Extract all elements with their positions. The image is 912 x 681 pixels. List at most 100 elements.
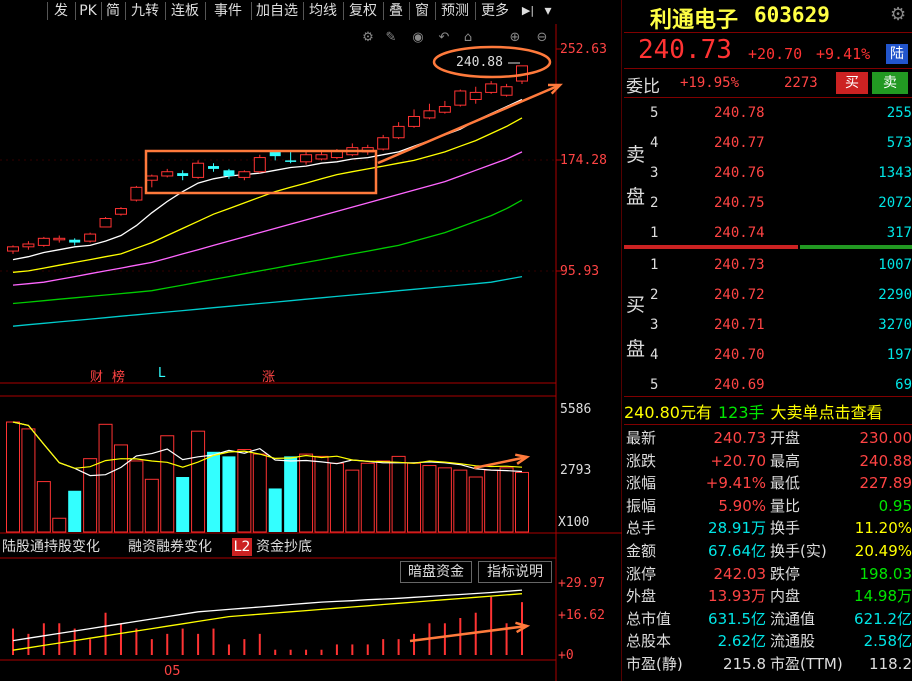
bid-row[interactable]: 1 240.73 1007 (624, 257, 912, 286)
indicator-tab-1[interactable]: 融资融券变化 (128, 538, 226, 556)
stat-row: 最新 240.73 开盘 230.00 (624, 427, 912, 449)
candle-body (392, 125, 405, 139)
volume-bar (144, 478, 159, 533)
volume-bar (345, 469, 360, 533)
big-order-link[interactable]: 点击查看 (819, 403, 883, 422)
candle-body (69, 239, 81, 243)
bid-level: 2 (650, 287, 659, 303)
bid-row[interactable]: 3 240.71 3270 (624, 317, 912, 346)
bid-price: 240.70 (714, 347, 765, 363)
candle-body (423, 110, 436, 119)
stat-v1: 5.90% (718, 496, 766, 515)
volume-bar (222, 456, 236, 532)
volume-bar (329, 462, 344, 533)
candle-body (438, 106, 451, 113)
bid-price: 240.71 (714, 317, 765, 333)
stat-v1: 631.5亿 (708, 609, 766, 628)
ask-price: 240.78 (714, 105, 765, 121)
candle-body (469, 91, 482, 100)
stat-k2: 换手(实) (770, 542, 827, 560)
stat-row: 市盈(静) 215.8 市盈(TTM) 118.2 (624, 653, 912, 675)
bid-row[interactable]: 2 240.72 2290 (624, 287, 912, 316)
ask-row[interactable]: 3 240.76 1343 (624, 165, 912, 194)
ask-row[interactable]: 1 240.74 317 (624, 225, 912, 254)
indicator-tab-3[interactable]: 资金抄底 (256, 538, 328, 556)
bid-price: 240.72 (714, 287, 765, 303)
stat-row: 总手 28.91万 换手 11.20% (624, 517, 912, 539)
gear-icon[interactable]: ⚙ (890, 4, 906, 25)
bid-volume: 69 (895, 377, 912, 393)
bid-volume: 1007 (878, 257, 912, 273)
event-marker-l[interactable]: L (158, 366, 165, 381)
eye-icon[interactable]: ◉ (412, 30, 423, 45)
stat-k2: 流通股 (770, 632, 816, 651)
stat-v2: 0.95 (878, 496, 912, 515)
candle-body (408, 115, 421, 127)
stat-k2: 跌停 (770, 564, 801, 583)
stat-v2: 20.49% (854, 542, 912, 560)
order-ratio-diff: 2273 (784, 75, 818, 91)
ma10-line (12, 117, 523, 273)
stat-v1: 240.73 (713, 429, 767, 447)
volume-bar (422, 465, 437, 533)
stat-row: 外盘 13.93万 内盘 14.98万 (624, 585, 912, 607)
stat-k1: 总市值 (626, 609, 672, 628)
big-order-price: 240.80元有 (624, 403, 712, 422)
ask-volume: 1343 (878, 165, 912, 181)
stat-k2: 流通值 (770, 609, 816, 628)
candle-body (300, 154, 313, 163)
volume-bar (407, 462, 422, 533)
indicator-help-button[interactable]: 指标说明 (478, 561, 552, 583)
stat-v2: 227.89 (859, 474, 912, 493)
lock-icon[interactable]: ⌂ (464, 30, 472, 45)
candle-body (285, 160, 297, 162)
bid-row[interactable]: 4 240.70 197 (624, 347, 912, 376)
volume-bar (515, 471, 529, 533)
ask-price: 240.74 (714, 225, 765, 241)
indicator-axis-bottom: +0 (558, 648, 574, 663)
indicator-tab-0[interactable]: 陆股通持股变化 (2, 538, 122, 556)
stat-row: 涨跌 +20.70 最高 240.88 (624, 450, 912, 472)
event-marker-list[interactable]: 榜 (112, 366, 125, 385)
stat-v2: 198.03 (859, 564, 912, 583)
ask-price: 240.75 (714, 195, 765, 211)
indicator-tab-2[interactable]: L2 (232, 538, 252, 556)
stat-v1: 215.8 (723, 655, 766, 673)
big-order-bar[interactable]: 240.80元有 123手 大卖单点击查看 (624, 399, 883, 423)
volume-bar (391, 455, 406, 533)
zoom-out-icon[interactable]: ⊖ (537, 30, 548, 45)
candle-body (208, 166, 220, 169)
ask-row[interactable]: 2 240.75 2072 (624, 195, 912, 224)
volume-bar (113, 444, 128, 533)
ask-level: 5 (650, 105, 659, 121)
volume-axis-top: 5586 (560, 402, 592, 417)
stat-v2: 118.2 (869, 655, 912, 673)
stat-k2: 最高 (770, 451, 801, 470)
candle-body (269, 151, 281, 157)
ask-row[interactable]: 5 240.78 255 (624, 105, 912, 134)
buy-button[interactable]: 买 (836, 72, 868, 94)
volume-bar (299, 453, 314, 533)
volume-bar (207, 451, 221, 532)
stat-v1: 67.64亿 (708, 542, 766, 560)
gear-icon[interactable]: ⚙ (362, 30, 374, 45)
ask-price: 240.77 (714, 135, 765, 151)
buy-strength-bar (624, 245, 798, 249)
volume-bar (437, 467, 452, 533)
sell-button[interactable]: 卖 (872, 72, 908, 94)
event-marker-limit-up[interactable]: 涨 (262, 366, 275, 385)
ask-row[interactable]: 4 240.77 573 (624, 135, 912, 164)
volume-bar (268, 488, 282, 532)
stat-row: 涨幅 +9.41% 最低 227.89 (624, 472, 912, 494)
dark-pool-button[interactable]: 暗盘资金 (400, 561, 472, 583)
stat-k1: 涨跌 (626, 451, 657, 470)
zoom-in-icon[interactable]: ⊕ (510, 30, 521, 45)
event-marker-finance[interactable]: 财 (90, 366, 103, 385)
stat-v1: 13.93万 (708, 587, 766, 606)
pen-icon[interactable]: ✎ (386, 30, 397, 45)
stat-k1: 市盈(静) (626, 655, 683, 673)
undo-icon[interactable]: ↶ (439, 30, 450, 45)
candle-body (377, 137, 390, 150)
ma120-line (12, 275, 523, 327)
volume-bar (83, 458, 98, 533)
